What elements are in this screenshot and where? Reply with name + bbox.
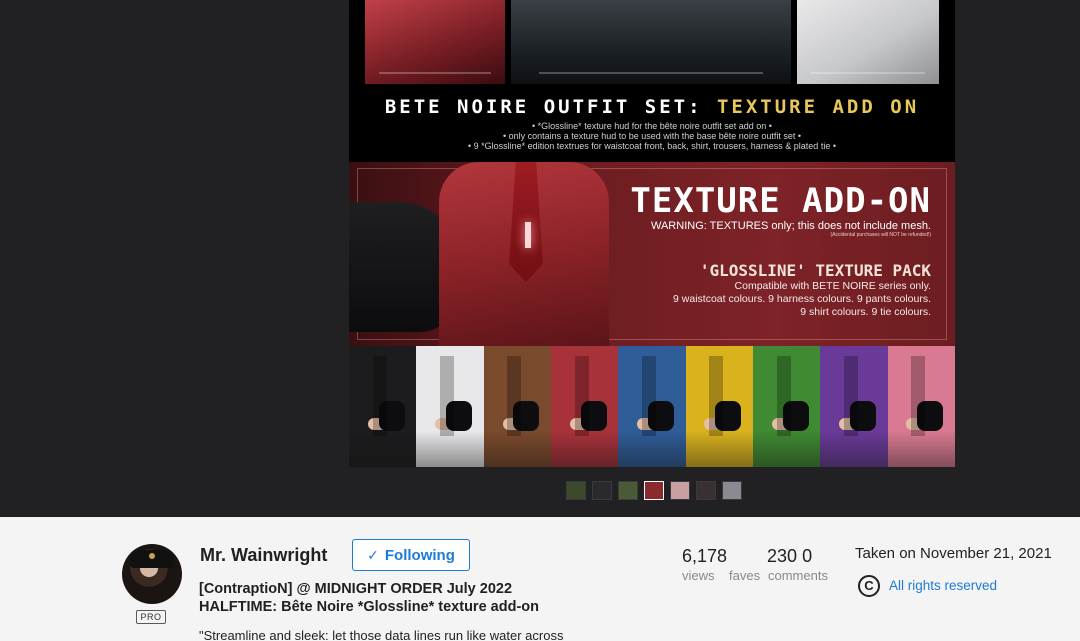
photo-thumbnail[interactable]: [592, 481, 612, 500]
taken-date[interactable]: Taken on November 21, 2021: [855, 545, 1052, 562]
colour-swatch: [483, 346, 551, 467]
banner-text: TEXTURE ADD-ON WARNING: TEXTURES only; t…: [601, 182, 931, 319]
set-note: • 9 *Glossline* edition textrues for wai…: [468, 141, 836, 151]
vest-model: [349, 162, 619, 346]
colour-swatch: [618, 346, 686, 467]
pack-line: 9 waistcoat colours. 9 harness colours. …: [673, 293, 931, 305]
texture-banner: TEXTURE ADD-ON WARNING: TEXTURES only; t…: [349, 162, 955, 346]
faves-count: 230 0: [767, 546, 812, 567]
colour-swatch: [685, 346, 753, 467]
colour-swatch: [349, 346, 417, 467]
following-label: Following: [384, 546, 455, 564]
colour-swatch: [887, 346, 955, 467]
faves-value: 230: [767, 546, 798, 566]
red-fabric-tile: [365, 0, 505, 84]
colour-swatch: [550, 346, 619, 467]
photo-title-line2: HALFTIME: Bête Noire *Glossline* texture…: [199, 599, 539, 615]
colour-swatch-row: [349, 346, 955, 467]
photo-info-panel: PRO Mr. Wainwright ✓ Following [Contrapt…: [0, 517, 1080, 641]
pack-line: 9 shirt colours. 9 tie colours.: [800, 306, 931, 318]
comments-count: 0: [802, 546, 813, 566]
banner-warning-small: (Accidental purchases will NOT be refund…: [830, 232, 931, 238]
photo-thumbnail[interactable]: [644, 481, 664, 500]
dark-outfit-tile: [511, 0, 791, 84]
thumbnail-strip: [566, 481, 742, 500]
avatar[interactable]: [122, 544, 182, 604]
comments-label: comments: [768, 568, 828, 583]
colour-swatch: [820, 346, 888, 467]
author-name[interactable]: Mr. Wainwright: [200, 545, 327, 566]
outfit-preview-strip: [349, 0, 955, 86]
views-label: views: [682, 568, 715, 583]
set-notes: • *Glossline* texture hud for the bête n…: [349, 121, 955, 151]
main-photo[interactable]: BETE NOIRE OUTFIT SET: TEXTURE ADD ON • …: [349, 0, 955, 467]
photo-thumbnail[interactable]: [566, 481, 586, 500]
photo-thumbnail[interactable]: [722, 481, 742, 500]
set-title-band: BETE NOIRE OUTFIT SET: TEXTURE ADD ON • …: [349, 86, 955, 162]
check-icon: ✓: [367, 546, 379, 563]
colour-swatch: [416, 346, 484, 467]
white-shirt-tile: [797, 0, 939, 84]
photo-thumbnail[interactable]: [618, 481, 638, 500]
following-button[interactable]: ✓ Following: [352, 539, 470, 571]
set-title-main: BETE NOIRE OUTFIT SET:: [384, 96, 703, 118]
set-title: BETE NOIRE OUTFIT SET: TEXTURE ADD ON: [349, 86, 955, 118]
set-note: • only contains a texture hud to be used…: [503, 131, 801, 141]
set-title-accent: TEXTURE ADD ON: [716, 96, 920, 118]
pack-line: Compatible with BETE NOIRE series only.: [734, 280, 931, 292]
photo-thumbnail[interactable]: [670, 481, 690, 500]
pack-title: 'GLOSSLINE' TEXTURE PACK: [699, 261, 931, 280]
photo-thumbnail[interactable]: [696, 481, 716, 500]
photo-description: "Streamline and sleek: let those data li…: [199, 628, 564, 641]
faves-label: faves: [729, 568, 761, 583]
photo-viewer: BETE NOIRE OUTFIT SET: TEXTURE ADD ON • …: [0, 0, 1080, 517]
photo-title-line1: [ContraptioN] @ MIDNIGHT ORDER July 2022: [199, 581, 513, 597]
pro-badge: PRO: [136, 610, 166, 624]
license-link[interactable]: All rights reserved: [889, 578, 997, 593]
colour-swatch: [752, 346, 821, 467]
banner-title: TEXTURE ADD-ON: [630, 181, 931, 221]
set-note: • *Glossline* texture hud for the bête n…: [532, 121, 772, 131]
copyright-icon: C: [858, 575, 880, 597]
banner-warning: WARNING: TEXTURES only; this does not in…: [651, 220, 931, 232]
views-count: 6,178: [682, 546, 728, 566]
